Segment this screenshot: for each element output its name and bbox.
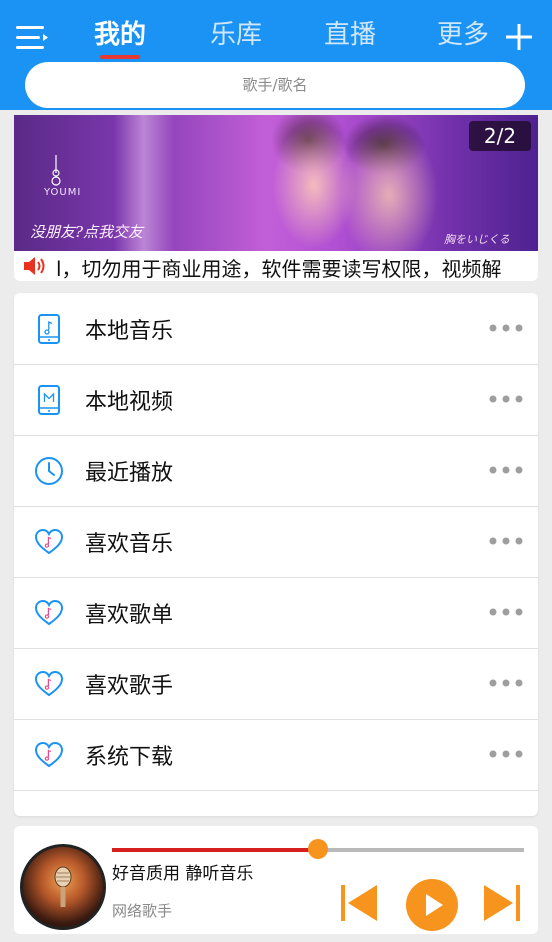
menu-item-local-video[interactable]: 本地视频 (14, 364, 538, 436)
notice-text: l，切勿用于商业用途，软件需要读写权限，视频解 (56, 257, 502, 281)
more-dots-icon[interactable] (488, 394, 524, 404)
song-artist: 网络歌手 (112, 902, 173, 920)
phone-video-icon (38, 385, 60, 415)
more-dots-icon[interactable] (488, 607, 524, 617)
menu-item-label: 系统下载 (85, 745, 174, 770)
plus-icon[interactable] (502, 20, 536, 54)
more-dots-icon[interactable] (488, 536, 524, 546)
menu-item-recent-play[interactable]: 最近播放 (14, 435, 538, 507)
menu-item-label: 本地音乐 (85, 319, 174, 344)
menu-item-label: 本地视频 (85, 390, 174, 415)
mini-player: 好音质用 静听音乐 网络歌手 (14, 826, 538, 934)
heart-music-icon (34, 741, 64, 768)
banner-signature: 胸をいじくる (444, 233, 510, 246)
next-track-icon[interactable] (483, 883, 521, 923)
phone-music-icon (38, 314, 60, 344)
banner-brand: YOUMI (44, 187, 82, 198)
tab-bar: 我的 乐库 直播 更多 (72, 14, 502, 60)
clock-icon (35, 457, 63, 485)
more-dots-icon[interactable] (488, 323, 524, 333)
top-bar: 我的 乐库 直播 更多 (0, 0, 552, 110)
progress-fill (112, 848, 318, 852)
banner-page-counter: 2/2 (469, 121, 531, 151)
menu-item-local-music[interactable]: 本地音乐 (14, 293, 538, 365)
tab-live[interactable]: 直播 (324, 14, 376, 51)
progress-knob[interactable] (308, 839, 328, 859)
menu-item-liked-music[interactable]: 喜欢音乐 (14, 506, 538, 578)
menu-item-liked-artists[interactable]: 喜欢歌手 (14, 648, 538, 720)
more-dots-icon[interactable] (488, 465, 524, 475)
album-art[interactable] (20, 844, 106, 930)
heart-music-icon (34, 670, 64, 697)
menu-item-label: 喜欢歌单 (85, 603, 174, 628)
more-dots-icon[interactable] (488, 749, 524, 759)
active-tab-indicator (100, 55, 140, 59)
menu-list: 本地音乐 本地视频 最近播放 喜欢音乐 喜欢歌单 喜欢歌手 系统下载 (14, 293, 538, 816)
hamburger-menu-icon[interactable] (16, 24, 48, 52)
notice-bar: l，切勿用于商业用途，软件需要读写权限，视频解 (14, 251, 538, 281)
previous-track-icon[interactable] (340, 883, 378, 923)
menu-item-label: 最近播放 (85, 461, 174, 486)
menu-item-system-downloads[interactable]: 系统下载 (14, 719, 538, 791)
tab-library[interactable]: 乐库 (210, 14, 262, 51)
play-icon[interactable] (405, 878, 459, 932)
heart-music-icon (34, 528, 64, 555)
tab-mine[interactable]: 我的 (94, 14, 146, 51)
speaker-icon (24, 257, 45, 275)
menu-item-label: 喜欢歌手 (85, 674, 174, 699)
progress-bar[interactable] (112, 839, 524, 859)
tab-more[interactable]: 更多 (437, 14, 489, 51)
menu-item-label: 喜欢音乐 (85, 532, 174, 557)
search-input[interactable] (25, 62, 525, 108)
promo-banner[interactable]: YOUMI 没朋友?点我交友 胸をいじくる (14, 115, 538, 251)
more-dots-icon[interactable] (488, 678, 524, 688)
menu-item-liked-playlists[interactable]: 喜欢歌单 (14, 577, 538, 649)
microphone-icon (54, 866, 72, 907)
heart-music-icon (34, 599, 64, 626)
song-title: 好音质用 静听音乐 (112, 864, 254, 884)
banner-slogan: 没朋友?点我交友 (30, 223, 144, 241)
